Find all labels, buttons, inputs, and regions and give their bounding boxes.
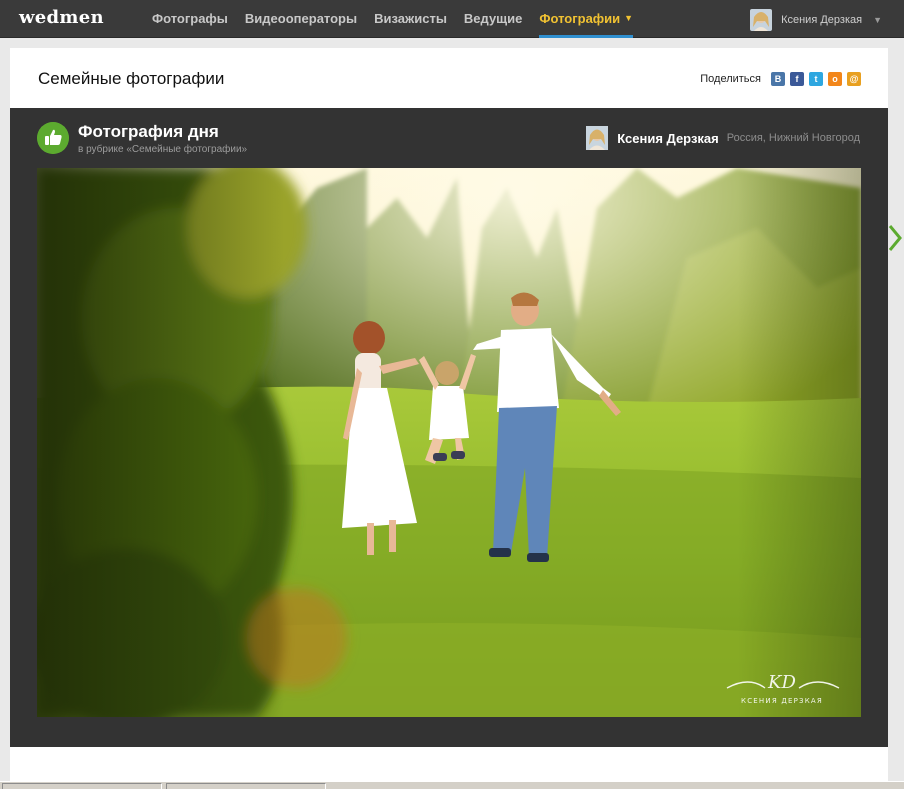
photo-watermark: КСЕНИЯ ДЕРЗКАЯ: [741, 697, 823, 705]
photo-of-day-panel: Фотография дня в рубрике «Семейные фотог…: [10, 108, 888, 747]
status-segment: [2, 783, 162, 789]
odnoklassniki-icon[interactable]: о: [828, 72, 842, 86]
twitter-icon[interactable]: t: [809, 72, 823, 86]
top-navigation-bar: wedmen Фотографы Видеооператоры Визажист…: [0, 0, 904, 38]
author-avatar[interactable]: [586, 126, 609, 150]
user-menu[interactable]: Ксения Дерзкая ▼: [750, 8, 882, 31]
featured-photo[interactable]: KD КСЕНИЯ ДЕРЗКАЯ: [37, 168, 861, 717]
chevron-down-icon: ▼: [873, 14, 882, 25]
photo-category[interactable]: в рубрике «Семейные фотографии»: [78, 144, 247, 155]
status-segment: [166, 783, 326, 789]
facebook-icon[interactable]: f: [790, 72, 804, 86]
comments-area: [10, 747, 888, 781]
next-photo-arrow[interactable]: [888, 220, 904, 256]
share-bar: Поделиться В f t о @: [700, 72, 861, 86]
nav-item-hosts[interactable]: Ведущие: [464, 0, 522, 38]
page-header: Семейные фотографии Поделиться В f t о @: [10, 48, 888, 108]
site-logo[interactable]: wedmen: [19, 7, 104, 28]
author-location: Россия, Нижний Новгород: [726, 132, 860, 144]
page-title: Семейные фотографии: [38, 69, 225, 88]
svg-text:KD: KD: [767, 672, 796, 693]
share-label: Поделиться: [700, 73, 761, 85]
author-info: Ксения Дерзкая Россия, Нижний Новгород: [586, 126, 860, 150]
user-name: Ксения Дерзкая: [781, 13, 863, 26]
status-bar: [0, 781, 904, 789]
photo-of-day-title: Фотография дня: [78, 122, 219, 141]
nav-item-photographers[interactable]: Фотографы: [152, 0, 228, 38]
nav-item-videographers[interactable]: Видеооператоры: [245, 0, 357, 38]
main-nav: Фотографы Видеооператоры Визажисты Ведущ…: [152, 0, 650, 38]
mailru-icon[interactable]: @: [847, 72, 861, 86]
author-name[interactable]: Ксения Дерзкая: [617, 131, 718, 146]
vkontakte-icon[interactable]: В: [771, 72, 785, 86]
user-avatar: [750, 8, 773, 31]
nav-item-makeup-artists[interactable]: Визажисты: [374, 0, 447, 38]
chevron-down-icon: ▼: [624, 13, 634, 23]
nav-item-photos[interactable]: Фотографии ▼: [539, 0, 634, 38]
thumbs-up-icon: [37, 122, 69, 154]
nav-item-photos-label: Фотографии: [539, 11, 621, 26]
